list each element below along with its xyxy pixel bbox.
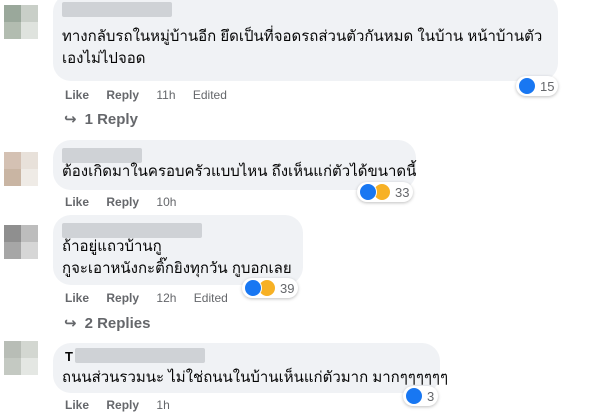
comment-text: เองไม่ไปจอด xyxy=(62,50,146,67)
comment-text: ต้องเกิดมาในครอบครัวแบบไหน ถึงเห็นแก่ตัว… xyxy=(62,163,417,180)
reaction-count: 39 xyxy=(280,280,295,296)
view-replies-link[interactable]: ↪ 2 Replies xyxy=(64,314,150,332)
like-reaction-icon xyxy=(244,279,262,297)
like-button[interactable]: Like xyxy=(65,88,89,102)
reply-arrow-icon: ↪ xyxy=(64,315,77,332)
reply-button[interactable]: Reply xyxy=(106,195,139,209)
reply-button[interactable]: Reply xyxy=(106,88,139,102)
edited-label[interactable]: Edited xyxy=(193,88,227,102)
reaction-summary[interactable]: 3 xyxy=(403,386,439,406)
timestamp[interactable]: 11h xyxy=(156,88,175,102)
reply-button[interactable]: Reply xyxy=(106,291,139,305)
comment-bubble: ทางกลับรถในหมู่บ้านอีก ยึดเป็นที่จอดรถส่… xyxy=(53,0,558,81)
timestamp[interactable]: 12h xyxy=(156,291,176,305)
comment-text: ถ้าอยู่แถวบ้านกู xyxy=(62,238,162,255)
edited-label[interactable]: Edited xyxy=(194,291,228,305)
replies-label: 1 Reply xyxy=(84,111,138,128)
reaction-summary[interactable]: 33 xyxy=(357,182,414,202)
commenter-name-blurred[interactable] xyxy=(75,348,205,363)
reaction-count: 15 xyxy=(540,78,555,94)
view-replies-link[interactable]: ↪ 1 Reply xyxy=(64,110,138,128)
reply-arrow-icon: ↪ xyxy=(64,111,77,128)
reaction-summary[interactable]: 15 xyxy=(516,76,559,96)
commenter-initial[interactable]: T xyxy=(65,346,73,368)
comment-actions: Like Reply 12h Edited xyxy=(65,290,228,306)
comment-text: กูจะเอาหนังกะติ๊กยิงทุกวัน กูบอกเลย xyxy=(62,260,292,277)
like-reaction-icon xyxy=(518,77,536,95)
reply-button[interactable]: Reply xyxy=(106,398,139,412)
like-button[interactable]: Like xyxy=(65,398,89,412)
avatar[interactable] xyxy=(4,5,38,39)
comment-actions: Like Reply 1h xyxy=(65,397,184,413)
comment-actions: Like Reply 11h Edited xyxy=(65,87,227,103)
like-reaction-icon xyxy=(405,387,423,405)
reaction-summary[interactable]: 39 xyxy=(242,278,299,298)
replies-label: 2 Replies xyxy=(84,315,151,332)
comment-actions: Like Reply 10h xyxy=(65,194,190,210)
avatar[interactable] xyxy=(4,341,38,375)
comment-text: ทางกลับรถในหมู่บ้านอีก ยึดเป็นที่จอดรถส่… xyxy=(62,28,543,45)
commenter-name-blurred[interactable] xyxy=(62,2,172,17)
like-reaction-icon xyxy=(359,183,377,201)
comment-text: ถนนส่วนรวมนะ ไม่ใช่ถนนในบ้านเห็นแก่ตัวมา… xyxy=(62,369,449,386)
avatar[interactable] xyxy=(4,152,38,186)
comment-bubble: T ถนนส่วนรวมนะ ไม่ใช่ถนนในบ้านเห็นแก่ตัว… xyxy=(53,343,448,393)
like-button[interactable]: Like xyxy=(65,291,89,305)
avatar[interactable] xyxy=(4,225,38,259)
like-button[interactable]: Like xyxy=(65,195,89,209)
comment-bubble: ถ้าอยู่แถวบ้านกู กูจะเอาหนังกะติ๊กยิงทุก… xyxy=(53,215,303,285)
reaction-count: 33 xyxy=(395,184,410,200)
reaction-count: 3 xyxy=(427,388,435,404)
timestamp[interactable]: 1h xyxy=(156,398,169,412)
timestamp[interactable]: 10h xyxy=(156,195,176,209)
